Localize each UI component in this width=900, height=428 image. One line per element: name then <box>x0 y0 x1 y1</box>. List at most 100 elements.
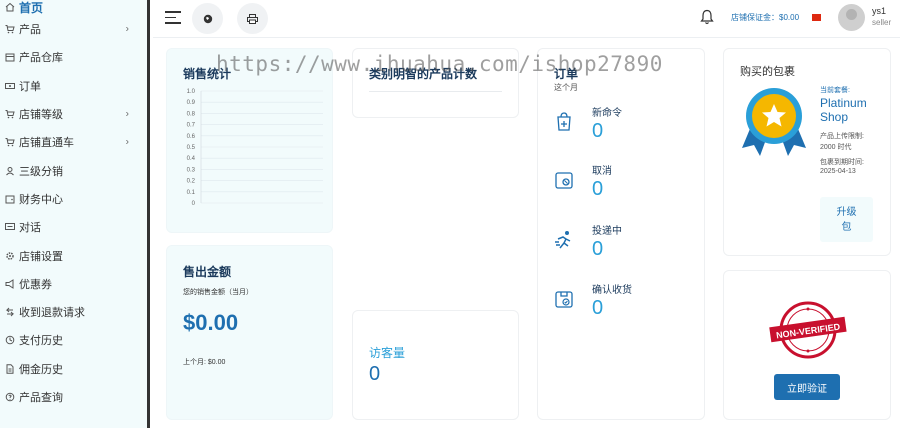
order-stat-row: 确认收货 0 <box>554 281 632 320</box>
chevron-right-icon: › <box>125 23 129 35</box>
order-stat-label: 新命令 <box>592 108 622 119</box>
topbar: 店铺保证金：$0.00 ys1 seller <box>153 0 900 38</box>
file-icon <box>5 364 15 374</box>
menu-toggle-icon[interactable] <box>165 11 181 25</box>
home-icon <box>5 2 15 12</box>
china-flag-icon[interactable] <box>812 14 821 21</box>
sidebar-item-10[interactable]: 优惠券 <box>0 270 147 298</box>
sidebar-item-4[interactable]: 店铺等级 › <box>0 100 147 128</box>
sidebar-item-11[interactable]: 收到退款请求 <box>0 298 147 326</box>
box-icon <box>5 52 15 62</box>
chevron-right-icon: › <box>125 136 129 148</box>
sidebar-item-label: 产品仓库 <box>19 52 63 65</box>
sold-amount-card: 售出金额 您的销售金额（当月） $0.00 上个月: $0.00 <box>166 245 333 420</box>
sold-amount-subtitle: 您的销售金额（当月） <box>183 289 253 296</box>
user-role: seller <box>872 18 892 27</box>
chevron-right-icon: › <box>125 108 129 120</box>
sidebar-item-5[interactable]: 店铺直通车 › <box>0 128 147 156</box>
sidebar-item-0[interactable]: 首页 <box>0 0 147 15</box>
order-stat-label: 投递中 <box>592 226 622 237</box>
chat-icon <box>5 222 15 232</box>
sidebar-item-label: 店铺设置 <box>19 250 63 263</box>
y-tick-label: 0.9 <box>187 100 196 106</box>
upgrade-label-line2: 包 <box>841 221 852 233</box>
upload-limit-label: 产品上传限制: <box>820 133 864 140</box>
globe-icon <box>203 14 212 23</box>
cart-icon <box>5 109 15 119</box>
user-name: ys1 <box>872 6 887 16</box>
order-stat-value: 0 <box>592 297 604 319</box>
order-stat-row: 投递中 0 <box>554 222 622 261</box>
order-stat-label: 取消 <box>592 166 612 177</box>
sidebar: 首页 产品 › 产品仓库订单 店铺等级 › 店铺直通车 › 三级分销财务中心对话店铺设置优惠券收… <box>0 0 150 428</box>
sidebar-item-7[interactable]: 财务中心 <box>0 185 147 213</box>
y-tick-label: 0.6 <box>187 134 196 140</box>
verify-now-button[interactable]: 立即验证 <box>774 374 840 400</box>
wallet-icon <box>5 194 15 204</box>
order-stat-value: 0 <box>592 178 604 200</box>
sidebar-item-label: 财务中心 <box>19 193 63 206</box>
y-tick-label: 1.0 <box>187 89 196 95</box>
sidebar-item-12[interactable]: 支付历史 <box>0 326 147 354</box>
globe-button[interactable] <box>192 3 223 34</box>
package-name: Platinum Shop <box>820 96 867 124</box>
megaphone-icon <box>5 278 15 289</box>
upgrade-package-button[interactable]: 升级 包 <box>820 197 873 242</box>
y-tick-label: 0.4 <box>187 156 196 162</box>
order-stat-label: 确认收货 <box>592 285 632 296</box>
print-button[interactable] <box>237 3 268 34</box>
cancel-icon <box>555 172 573 189</box>
upload-limit-value: 2000 时代 <box>820 144 852 151</box>
y-tick-label: 0.8 <box>187 111 196 117</box>
sidebar-item-3[interactable]: 订单 <box>0 72 147 100</box>
user-icon <box>5 166 15 176</box>
y-tick-label: 0.7 <box>187 123 196 129</box>
sidebar-item-14[interactable]: 产品查询 <box>0 383 147 411</box>
sidebar-item-9[interactable]: 店铺设置 <box>0 241 147 269</box>
visitors-title: 访客量 <box>369 346 406 360</box>
shop-deposit[interactable]: 店铺保证金：$0.00 <box>731 12 799 23</box>
sidebar-item-2[interactable]: 产品仓库 <box>0 43 147 71</box>
sidebar-item-8[interactable]: 对话 <box>0 213 147 241</box>
avatar[interactable] <box>838 4 865 31</box>
notification-bell-icon[interactable] <box>700 9 714 25</box>
package-card: 购买的包裹 当前套餐: Platinum Shop 产品上传限制: 2000 时… <box>723 48 891 256</box>
watermark: https://www.ihuahua.com/ishop27890 <box>216 52 663 76</box>
sold-amount-title: 售出金额 <box>183 265 232 279</box>
ticket-icon <box>5 81 15 91</box>
y-tick-label: 0.2 <box>187 179 196 185</box>
sidebar-item-1[interactable]: 产品 › <box>0 15 147 43</box>
orders-period: 这个月 <box>554 83 578 92</box>
sidebar-item-6[interactable]: 三级分销 <box>0 156 147 184</box>
question-icon <box>5 392 15 402</box>
sidebar-item-13[interactable]: 佣金历史 <box>0 355 147 383</box>
sales-chart: 1.0 0.9 0.8 0.7 0.6 0.5 0.4 0.3 0.2 0.1 0 <box>187 89 323 207</box>
cart-plus-icon <box>557 112 571 131</box>
history-icon <box>5 335 15 345</box>
refund-icon <box>5 307 15 317</box>
sidebar-item-label: 首页 <box>19 0 44 15</box>
printer-icon <box>247 13 258 24</box>
last-month-amount: 上个月: $0.00 <box>183 359 226 366</box>
sidebar-item-label: 支付历史 <box>19 335 63 348</box>
upgrade-label-line1: 升级 <box>836 206 857 218</box>
order-stat-value: 0 <box>592 238 604 260</box>
sidebar-item-label: 优惠券 <box>19 278 52 291</box>
visitors-card: 访客量 0 <box>352 310 519 420</box>
running-icon <box>555 231 571 249</box>
platinum-badge-icon <box>742 88 806 156</box>
y-tick-label: 0.3 <box>187 167 196 173</box>
order-stat-row: 新命令 0 <box>554 104 622 143</box>
orders-card: 订单 这个月 新命令 0 取消 0 投递中 0 确认收货 0 <box>537 48 705 420</box>
order-stat-row: 取消 0 <box>554 162 612 201</box>
expiry-label: 包裹到期时间: <box>820 159 864 166</box>
y-tick-label: 0.1 <box>187 190 196 196</box>
package-title: 购买的包裹 <box>740 66 795 78</box>
current-package-label: 当前套餐: <box>820 87 850 94</box>
sidebar-item-label: 三级分销 <box>19 165 63 178</box>
order-stat-value: 0 <box>592 120 604 142</box>
sidebar-item-label: 对话 <box>19 222 41 235</box>
sidebar-item-label: 产品查询 <box>19 392 63 404</box>
check-box-icon <box>555 291 573 308</box>
sidebar-item-label: 店铺直通车 <box>19 137 74 150</box>
